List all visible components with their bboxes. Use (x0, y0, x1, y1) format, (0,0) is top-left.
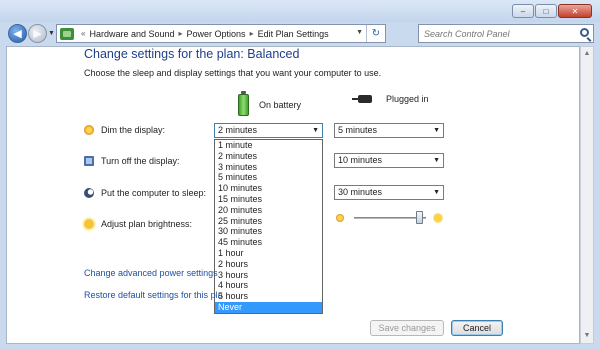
sleep-label: Put the computer to sleep: (101, 188, 207, 198)
dropdown-option[interactable]: 1 hour (215, 248, 322, 259)
bright-brightness-icon (432, 212, 444, 224)
dropdown-option[interactable]: 2 minutes (215, 151, 322, 162)
title-bar: – □ ✕ (0, 0, 600, 22)
refresh-icon[interactable]: ↻ (366, 25, 385, 42)
address-bar[interactable]: « Hardware and Sound ▸ Power Options ▸ E… (56, 24, 386, 43)
search-input[interactable] (419, 25, 569, 42)
turn-off-display-plugged-select[interactable]: 10 minutes ▼ (334, 153, 444, 168)
dim-display-icon (84, 125, 94, 135)
chevron-down-icon: ▼ (312, 127, 319, 134)
minimize-button[interactable]: – (512, 4, 534, 18)
chevron-down-icon: ▼ (433, 127, 440, 134)
save-changes-button[interactable]: Save changes (370, 320, 444, 336)
dim-display-plugged-value: 5 minutes (338, 125, 378, 135)
advanced-settings-link[interactable]: Change advanced power settings (84, 268, 218, 278)
turn-off-display-plugged-value: 10 minutes (338, 155, 383, 165)
dropdown-option[interactable]: 2 hours (215, 259, 322, 270)
breadcrumb-hardware-and-sound[interactable]: Hardware and Sound (89, 29, 174, 39)
brightness-plugged-slider[interactable] (336, 210, 446, 226)
dropdown-option[interactable]: 4 hours (215, 280, 322, 291)
dropdown-option[interactable]: 30 minutes (215, 226, 322, 237)
chevron-down-icon: ▼ (433, 157, 440, 164)
battery-icon (238, 91, 249, 116)
breadcrumb-separator-icon[interactable]: ▸ (250, 29, 254, 38)
dim-brightness-icon (336, 214, 344, 222)
brightness-sun-icon (84, 219, 94, 229)
plug-icon (352, 94, 378, 104)
dim-display-battery-select[interactable]: 2 minutes ▼ (214, 123, 323, 138)
dropdown-option[interactable]: Never (215, 301, 322, 313)
scroll-down-icon[interactable]: ▼ (581, 329, 593, 343)
dim-display-row: Dim the display: (84, 125, 165, 135)
dropdown-option[interactable]: 1 minute (215, 140, 322, 151)
dropdown-option[interactable]: 3 hours (215, 270, 322, 281)
sleep-moon-icon (84, 188, 94, 198)
breadcrumb-separator-icon[interactable]: ▸ (179, 29, 183, 38)
scroll-up-icon[interactable]: ▲ (581, 47, 593, 61)
page-title: Change settings for the plan: Balanced (84, 47, 300, 61)
dropdown-option[interactable]: 3 minutes (215, 162, 322, 173)
plugged-in-header: Plugged in (352, 94, 429, 104)
plugged-in-label: Plugged in (386, 94, 429, 104)
breadcrumb-overflow-icon[interactable]: « (81, 29, 85, 38)
dropdown-option[interactable]: 5 hours (215, 291, 322, 302)
close-button[interactable]: ✕ (558, 4, 592, 18)
cancel-button[interactable]: Cancel (451, 320, 503, 336)
dropdown-option[interactable]: 20 minutes (215, 205, 322, 216)
back-button[interactable]: ◀ (8, 24, 27, 43)
dim-display-dropdown-list[interactable]: 1 minute 2 minutes 3 minutes 5 minutes 10 mi… (214, 139, 323, 314)
on-battery-header: On battery (238, 91, 302, 116)
dim-display-battery-value: 2 minutes (218, 125, 258, 135)
sleep-plugged-select[interactable]: 30 minutes ▼ (334, 185, 444, 200)
turn-off-display-row: Turn off the display: (84, 156, 180, 166)
restore-defaults-link[interactable]: Restore default settings for this pla (84, 290, 223, 300)
navigation-bar: ◀ ▶ ▼ « Hardware and Sound ▸ Power Optio… (0, 22, 600, 46)
search-box[interactable] (418, 24, 594, 43)
on-battery-label: On battery (259, 100, 302, 110)
sleep-row: Put the computer to sleep: (84, 188, 206, 198)
page-subtitle: Choose the sleep and display settings th… (84, 68, 382, 78)
maximize-button[interactable]: □ (535, 4, 557, 18)
dim-display-label: Dim the display: (101, 125, 166, 135)
recent-pages-dropdown-icon[interactable]: ▼ (48, 30, 55, 37)
dropdown-option[interactable]: 45 minutes (215, 237, 322, 248)
turn-off-display-label: Turn off the display: (101, 156, 180, 166)
brightness-label: Adjust plan brightness: (101, 219, 193, 229)
address-dropdown-icon[interactable]: ▼ (356, 29, 363, 36)
dropdown-option[interactable]: 5 minutes (215, 172, 322, 183)
search-icon[interactable] (580, 28, 589, 37)
dropdown-option[interactable]: 10 minutes (215, 183, 322, 194)
monitor-icon (84, 156, 94, 166)
breadcrumb-edit-plan-settings[interactable]: Edit Plan Settings (258, 29, 329, 39)
breadcrumb-power-options[interactable]: Power Options (187, 29, 246, 39)
dim-display-plugged-select[interactable]: 5 minutes ▼ (334, 123, 444, 138)
slider-thumb[interactable] (415, 211, 423, 224)
vertical-scrollbar[interactable]: ▲ ▼ (580, 46, 594, 344)
dropdown-option[interactable]: 25 minutes (215, 216, 322, 227)
window-controls: – □ ✕ (511, 4, 592, 18)
brightness-row: Adjust plan brightness: (84, 219, 192, 229)
sleep-plugged-value: 30 minutes (338, 187, 383, 197)
forward-button[interactable]: ▶ (28, 24, 47, 43)
control-panel-icon (60, 27, 74, 40)
chevron-down-icon: ▼ (433, 189, 440, 196)
dropdown-option[interactable]: 15 minutes (215, 194, 322, 205)
